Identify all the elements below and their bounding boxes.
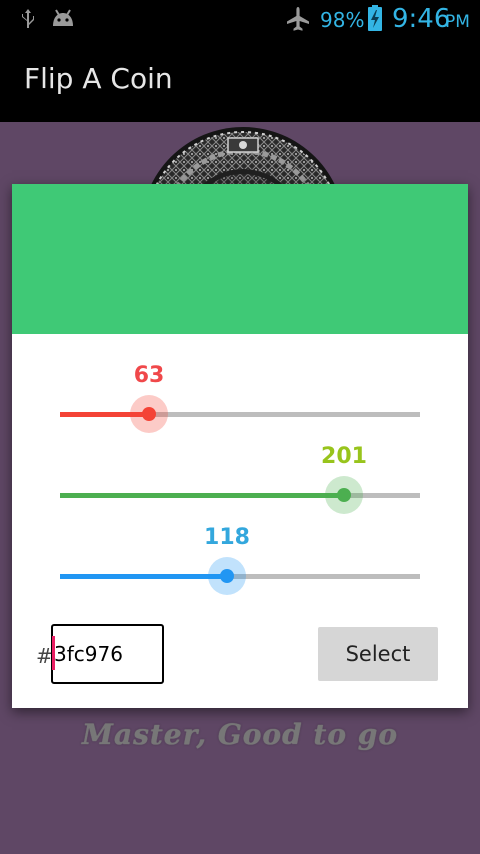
clock: 9:46 xyxy=(392,4,451,34)
slider-value-red: 63 xyxy=(133,363,165,388)
status-message: Master, Good to go xyxy=(81,718,399,751)
airplane-mode-icon xyxy=(287,7,309,31)
slider-green[interactable] xyxy=(60,475,420,515)
select-button[interactable]: Select xyxy=(318,627,438,681)
status-bar: 98% 9:46 PM xyxy=(0,0,480,38)
action-bar: Flip A Coin xyxy=(0,38,480,122)
slider-thumb[interactable] xyxy=(337,488,351,502)
usb-icon xyxy=(22,9,34,28)
slider-value-green: 201 xyxy=(321,444,367,469)
android-icon xyxy=(53,9,73,26)
slider-fill xyxy=(60,493,344,498)
color-preview xyxy=(12,184,468,334)
hex-color-input[interactable] xyxy=(51,624,164,684)
slider-thumb[interactable] xyxy=(142,407,156,421)
battery-percent: 98% xyxy=(320,8,365,32)
slider-blue[interactable] xyxy=(60,556,420,596)
slider-red[interactable] xyxy=(60,394,420,434)
battery-icon xyxy=(368,5,382,31)
app-title: Flip A Coin xyxy=(24,62,173,95)
clock-ampm: PM xyxy=(445,12,470,32)
slider-fill xyxy=(60,574,227,579)
text-cursor xyxy=(52,636,55,670)
color-picker-dialog: 63201118 # Select xyxy=(12,184,468,708)
slider-value-blue: 118 xyxy=(204,525,250,550)
slider-thumb[interactable] xyxy=(220,569,234,583)
